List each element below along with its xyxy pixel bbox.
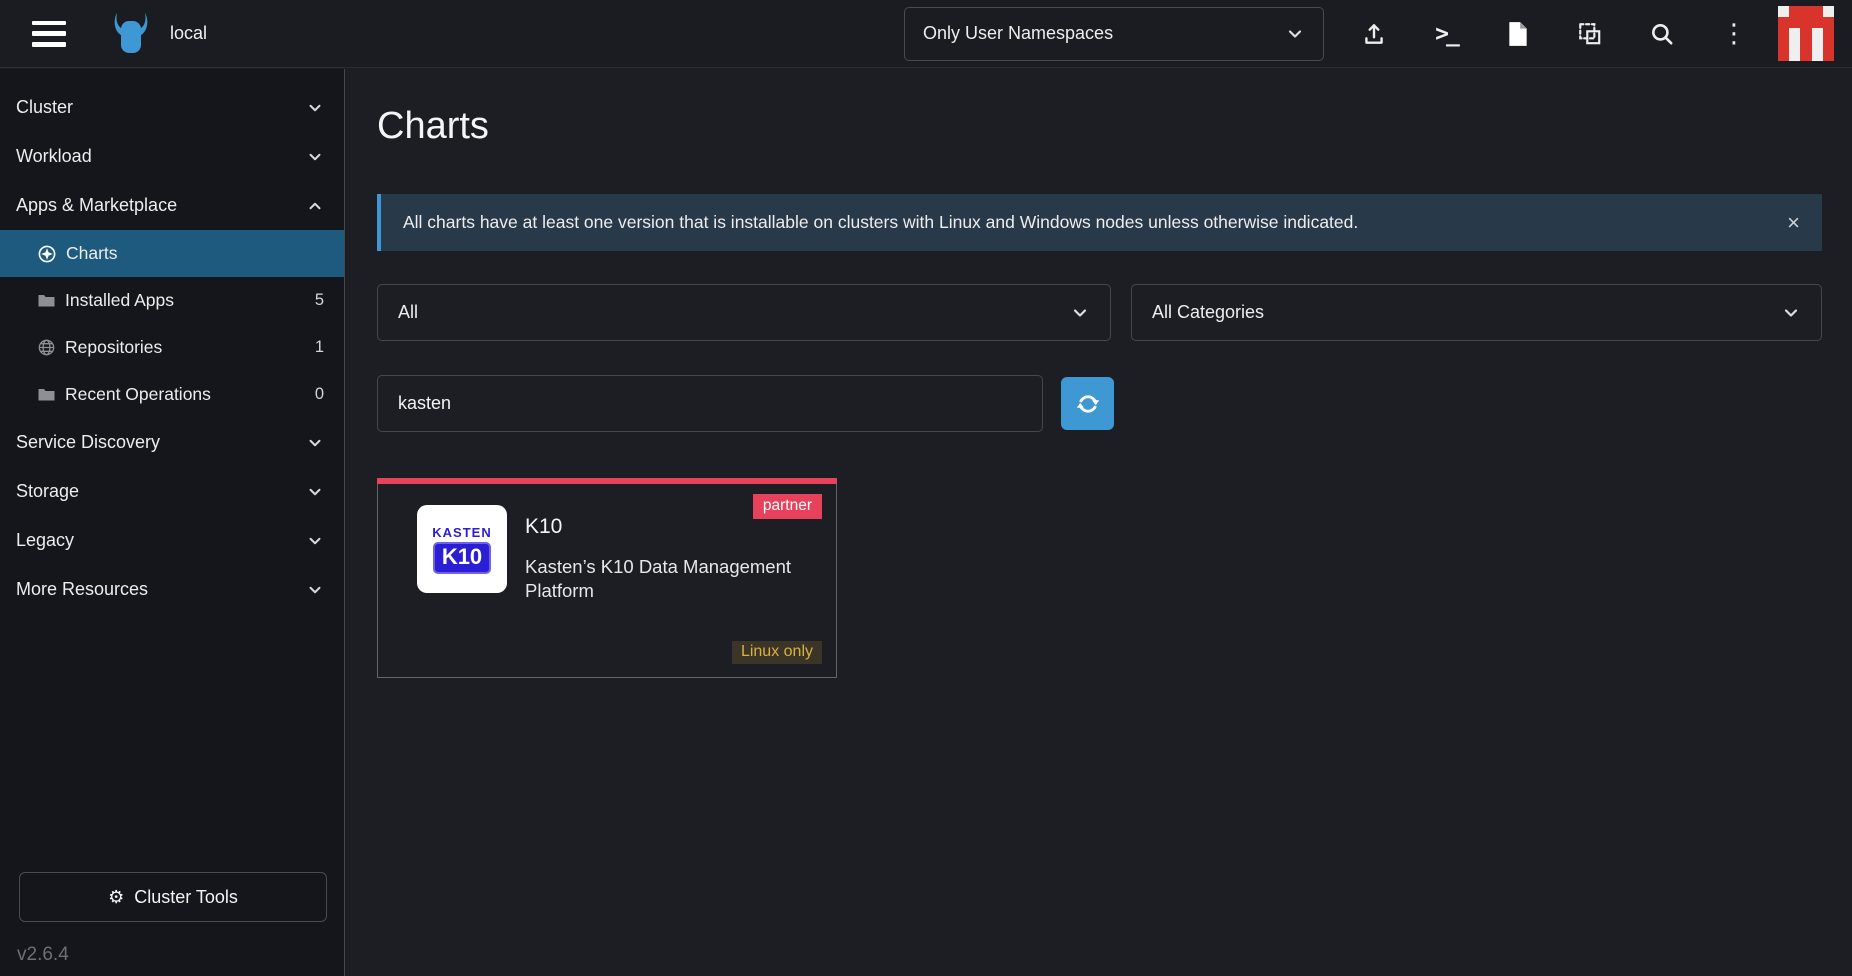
category-filter-dropdown[interactable]: All Categories	[1131, 284, 1822, 341]
sidebar-item-cluster[interactable]: Cluster	[0, 83, 344, 132]
version-label: v2.6.4	[17, 944, 69, 966]
sidebar-item-apps-marketplace[interactable]: Apps & Marketplace	[0, 181, 344, 230]
chevron-down-icon	[306, 148, 324, 166]
search-row	[377, 375, 1822, 432]
gear-icon: ⚙	[108, 887, 124, 908]
sidebar-item-label: Storage	[16, 481, 79, 502]
chevron-down-icon	[306, 483, 324, 501]
folder-icon	[38, 387, 55, 402]
chart-card-k10[interactable]: partner KASTEN K10 K10 Kasten’s K10 Data…	[377, 478, 837, 678]
top-header: local Only User Namespaces >_ ⋮	[0, 0, 1852, 68]
rancher-logo[interactable]	[108, 12, 154, 56]
cluster-tools-label: Cluster Tools	[134, 887, 238, 908]
close-icon[interactable]: ×	[1787, 212, 1800, 234]
count-badge: 5	[315, 291, 324, 310]
globe-icon	[38, 339, 55, 356]
hamburger-menu-icon[interactable]	[32, 21, 66, 47]
sidebar-item-label: Installed Apps	[65, 290, 174, 311]
namespace-filter-dropdown[interactable]: Only User Namespaces	[904, 7, 1324, 61]
sidebar-item-label: Apps & Marketplace	[16, 195, 177, 216]
sidebar-item-label: Repositories	[65, 337, 162, 358]
chart-search-input[interactable]	[377, 375, 1043, 432]
download-kubeconfig-icon[interactable]	[1496, 12, 1540, 56]
user-avatar[interactable]	[1778, 6, 1834, 62]
chevron-down-icon	[306, 434, 324, 452]
count-badge: 1	[315, 338, 324, 357]
compass-icon	[38, 245, 56, 263]
card-accent-strip	[377, 478, 837, 484]
chart-card-title: K10	[525, 515, 562, 539]
kasten-k10-logo: KASTEN K10	[417, 505, 507, 593]
chevron-down-icon	[306, 581, 324, 599]
chevron-down-icon	[1070, 303, 1090, 323]
page-title: Charts	[377, 105, 1822, 148]
category-filter-value: All Categories	[1152, 302, 1264, 323]
sidebar-item-label: More Resources	[16, 579, 148, 600]
logo-word: KASTEN	[432, 525, 491, 540]
cluster-sidebar: Cluster Workload Apps & Marketplace Char…	[0, 69, 345, 976]
cluster-tools-button[interactable]: ⚙ Cluster Tools	[19, 872, 327, 922]
sidebar-item-label: Recent Operations	[65, 384, 211, 405]
sidebar-item-label: Service Discovery	[16, 432, 160, 453]
refresh-icon	[1076, 392, 1100, 416]
chevron-down-icon	[306, 99, 324, 117]
sidebar-item-label: Cluster	[16, 97, 73, 118]
chart-card-description: Kasten’s K10 Data Management Platform	[525, 555, 795, 603]
copy-kubeconfig-icon[interactable]	[1568, 12, 1612, 56]
filter-row: All All Categories	[377, 284, 1822, 341]
search-icon[interactable]	[1640, 12, 1684, 56]
sidebar-item-more-resources[interactable]: More Resources	[0, 565, 344, 614]
chevron-up-icon	[306, 197, 324, 215]
main-content: Charts All charts have at least one vers…	[346, 69, 1852, 976]
chevron-down-icon	[1285, 24, 1305, 44]
info-banner: All charts have at least one version tha…	[377, 194, 1822, 251]
sidebar-item-service-discovery[interactable]: Service Discovery	[0, 418, 344, 467]
repo-filter-value: All	[398, 302, 418, 323]
folder-icon	[38, 293, 55, 308]
repo-filter-dropdown[interactable]: All	[377, 284, 1111, 341]
logo-box: K10	[433, 542, 491, 574]
partner-badge: partner	[753, 494, 822, 519]
kebab-menu-icon[interactable]: ⋮	[1712, 12, 1756, 56]
os-label-badge: Linux only	[732, 641, 822, 664]
sidebar-item-workload[interactable]: Workload	[0, 132, 344, 181]
count-badge: 0	[315, 385, 324, 404]
sidebar-item-legacy[interactable]: Legacy	[0, 516, 344, 565]
sidebar-item-label: Charts	[66, 243, 118, 264]
namespace-filter-value: Only User Namespaces	[923, 23, 1113, 44]
sidebar-item-label: Workload	[16, 146, 92, 167]
import-yaml-icon[interactable]	[1352, 12, 1396, 56]
sidebar-item-recent-operations[interactable]: Recent Operations 0	[0, 371, 344, 418]
sidebar-item-installed-apps[interactable]: Installed Apps 5	[0, 277, 344, 324]
sidebar-item-storage[interactable]: Storage	[0, 467, 344, 516]
sidebar-item-repositories[interactable]: Repositories 1	[0, 324, 344, 371]
chevron-down-icon	[306, 532, 324, 550]
cluster-name: local	[170, 23, 207, 44]
chevron-down-icon	[1781, 303, 1801, 323]
info-banner-text: All charts have at least one version tha…	[403, 212, 1358, 233]
sidebar-item-charts[interactable]: Charts	[0, 230, 344, 277]
sidebar-item-label: Legacy	[16, 530, 74, 551]
refresh-button[interactable]	[1061, 377, 1114, 430]
kubectl-shell-icon[interactable]: >_	[1424, 12, 1468, 56]
